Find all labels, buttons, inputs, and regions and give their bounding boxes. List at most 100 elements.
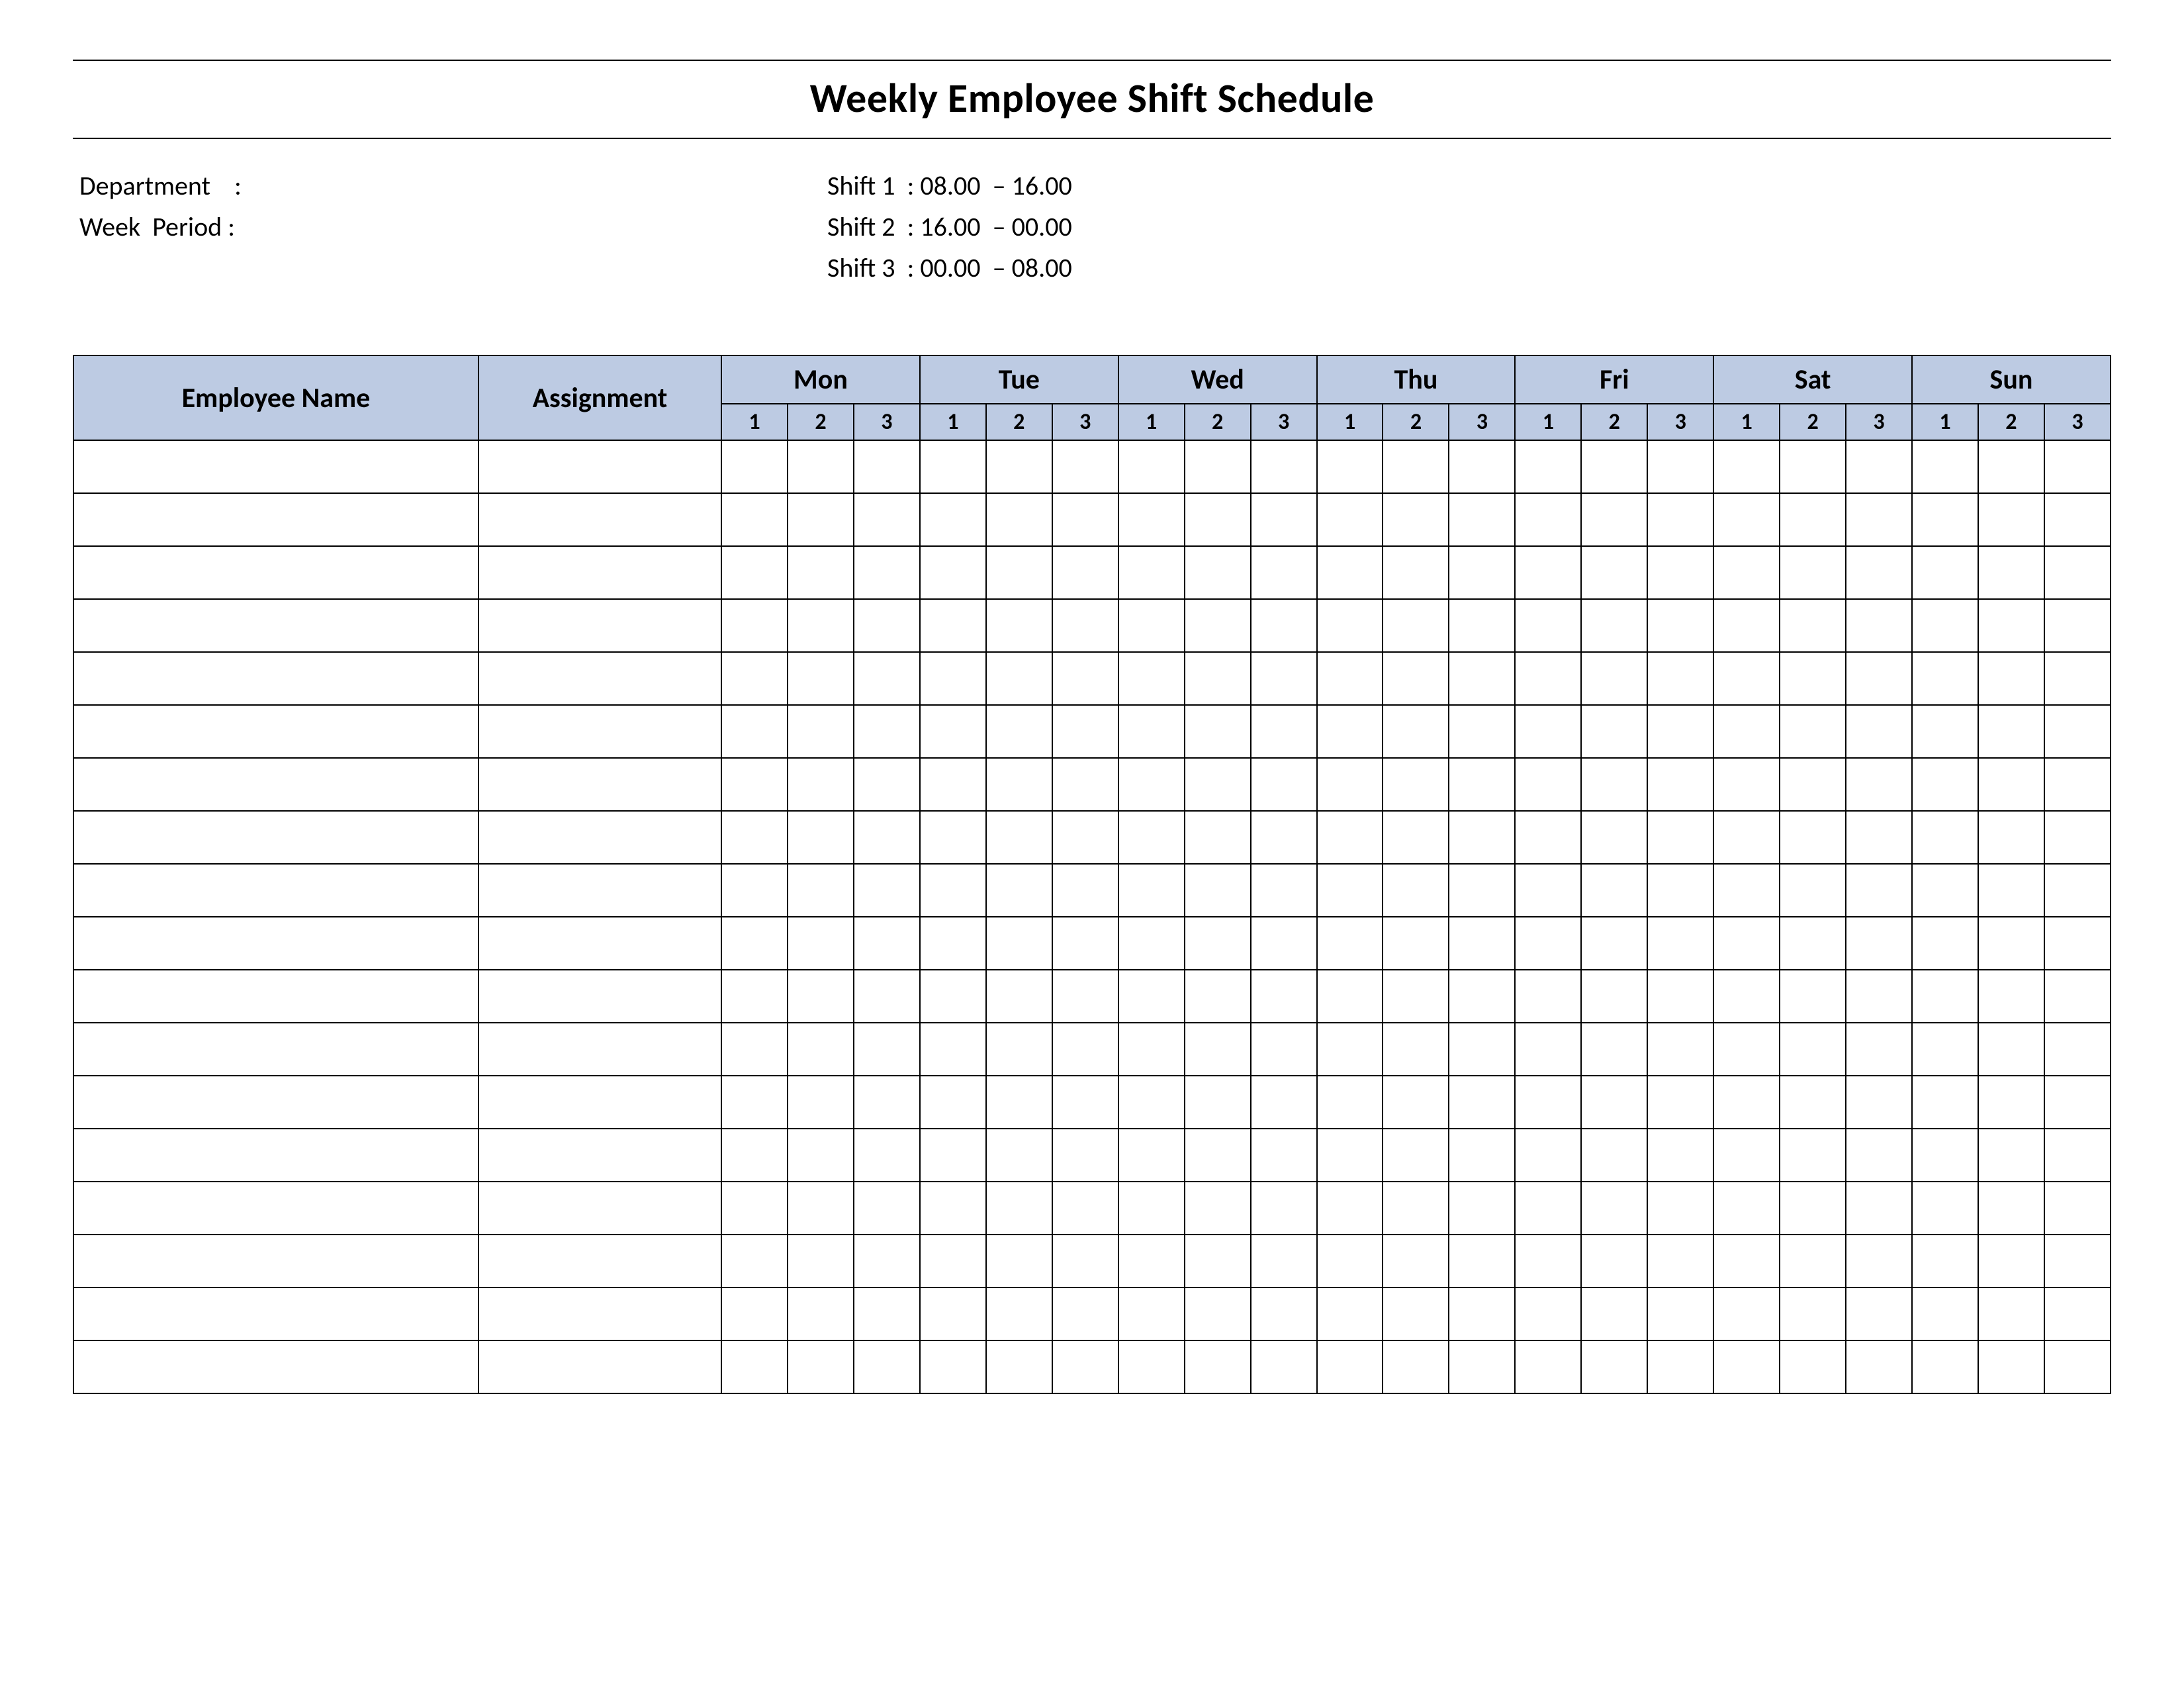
cell-shift[interactable] xyxy=(1713,970,1780,1023)
cell-shift[interactable] xyxy=(1515,811,1581,864)
cell-shift[interactable] xyxy=(721,970,788,1023)
cell-shift[interactable] xyxy=(721,652,788,705)
cell-shift[interactable] xyxy=(1317,1235,1383,1288)
cell-shift[interactable] xyxy=(1713,1076,1780,1129)
cell-shift[interactable] xyxy=(1052,758,1118,811)
cell-shift[interactable] xyxy=(1185,1129,1251,1182)
cell-shift[interactable] xyxy=(1185,970,1251,1023)
cell-shift[interactable] xyxy=(1383,1076,1449,1129)
cell-shift[interactable] xyxy=(1912,599,1978,652)
cell-shift[interactable] xyxy=(1118,1235,1185,1288)
cell-shift[interactable] xyxy=(1713,705,1780,758)
cell-shift[interactable] xyxy=(1581,493,1647,546)
cell-shift[interactable] xyxy=(721,1235,788,1288)
cell-employee-name[interactable] xyxy=(73,1182,478,1235)
cell-shift[interactable] xyxy=(1118,599,1185,652)
cell-shift[interactable] xyxy=(986,758,1052,811)
cell-employee-name[interactable] xyxy=(73,864,478,917)
cell-shift[interactable] xyxy=(721,440,788,493)
cell-shift[interactable] xyxy=(854,1235,920,1288)
cell-shift[interactable] xyxy=(2044,917,2111,970)
cell-employee-name[interactable] xyxy=(73,1288,478,1340)
cell-shift[interactable] xyxy=(1185,1076,1251,1129)
cell-assignment[interactable] xyxy=(478,1023,721,1076)
cell-shift[interactable] xyxy=(1780,1340,1846,1393)
cell-shift[interactable] xyxy=(788,546,854,599)
cell-shift[interactable] xyxy=(1118,1023,1185,1076)
cell-shift[interactable] xyxy=(1383,917,1449,970)
cell-assignment[interactable] xyxy=(478,1235,721,1288)
cell-shift[interactable] xyxy=(1515,1182,1581,1235)
cell-shift[interactable] xyxy=(1251,1129,1317,1182)
cell-shift[interactable] xyxy=(1118,917,1185,970)
cell-shift[interactable] xyxy=(986,970,1052,1023)
cell-shift[interactable] xyxy=(788,1023,854,1076)
cell-shift[interactable] xyxy=(986,1129,1052,1182)
cell-shift[interactable] xyxy=(1647,1340,1713,1393)
cell-shift[interactable] xyxy=(1251,546,1317,599)
cell-shift[interactable] xyxy=(1251,493,1317,546)
cell-shift[interactable] xyxy=(1383,758,1449,811)
cell-shift[interactable] xyxy=(1713,1129,1780,1182)
cell-shift[interactable] xyxy=(1515,917,1581,970)
cell-shift[interactable] xyxy=(1251,864,1317,917)
cell-shift[interactable] xyxy=(1185,440,1251,493)
cell-shift[interactable] xyxy=(1449,1340,1515,1393)
cell-shift[interactable] xyxy=(1713,1340,1780,1393)
cell-shift[interactable] xyxy=(2044,864,2111,917)
cell-shift[interactable] xyxy=(1912,1235,1978,1288)
cell-shift[interactable] xyxy=(1713,652,1780,705)
cell-shift[interactable] xyxy=(1647,864,1713,917)
cell-shift[interactable] xyxy=(788,1076,854,1129)
cell-shift[interactable] xyxy=(788,758,854,811)
cell-shift[interactable] xyxy=(1912,493,1978,546)
cell-shift[interactable] xyxy=(1978,864,2044,917)
cell-shift[interactable] xyxy=(1780,652,1846,705)
cell-shift[interactable] xyxy=(1052,493,1118,546)
cell-shift[interactable] xyxy=(1515,440,1581,493)
cell-shift[interactable] xyxy=(920,917,986,970)
cell-shift[interactable] xyxy=(1251,970,1317,1023)
cell-shift[interactable] xyxy=(2044,1288,2111,1340)
cell-shift[interactable] xyxy=(1251,917,1317,970)
cell-shift[interactable] xyxy=(1581,1182,1647,1235)
cell-shift[interactable] xyxy=(1185,811,1251,864)
cell-shift[interactable] xyxy=(1118,1076,1185,1129)
cell-shift[interactable] xyxy=(920,599,986,652)
cell-shift[interactable] xyxy=(788,811,854,864)
cell-shift[interactable] xyxy=(1713,1235,1780,1288)
cell-shift[interactable] xyxy=(1251,811,1317,864)
cell-shift[interactable] xyxy=(1515,970,1581,1023)
cell-shift[interactable] xyxy=(1052,599,1118,652)
cell-shift[interactable] xyxy=(1713,1288,1780,1340)
cell-shift[interactable] xyxy=(1383,493,1449,546)
cell-shift[interactable] xyxy=(1713,546,1780,599)
cell-shift[interactable] xyxy=(1713,599,1780,652)
cell-shift[interactable] xyxy=(1912,1340,1978,1393)
cell-shift[interactable] xyxy=(1647,1235,1713,1288)
cell-shift[interactable] xyxy=(788,440,854,493)
cell-shift[interactable] xyxy=(1449,1076,1515,1129)
cell-shift[interactable] xyxy=(1515,493,1581,546)
cell-shift[interactable] xyxy=(1780,1076,1846,1129)
cell-shift[interactable] xyxy=(788,1288,854,1340)
cell-shift[interactable] xyxy=(1912,1023,1978,1076)
cell-shift[interactable] xyxy=(1449,1023,1515,1076)
cell-shift[interactable] xyxy=(1581,917,1647,970)
cell-shift[interactable] xyxy=(788,864,854,917)
cell-shift[interactable] xyxy=(1581,758,1647,811)
cell-shift[interactable] xyxy=(1978,1182,2044,1235)
cell-shift[interactable] xyxy=(854,652,920,705)
cell-shift[interactable] xyxy=(920,864,986,917)
cell-shift[interactable] xyxy=(1515,758,1581,811)
cell-shift[interactable] xyxy=(1846,1182,1912,1235)
cell-shift[interactable] xyxy=(721,1129,788,1182)
cell-shift[interactable] xyxy=(1647,1076,1713,1129)
cell-assignment[interactable] xyxy=(478,493,721,546)
cell-shift[interactable] xyxy=(788,970,854,1023)
cell-shift[interactable] xyxy=(1581,705,1647,758)
cell-assignment[interactable] xyxy=(478,440,721,493)
cell-shift[interactable] xyxy=(2044,546,2111,599)
cell-shift[interactable] xyxy=(721,917,788,970)
cell-shift[interactable] xyxy=(986,917,1052,970)
